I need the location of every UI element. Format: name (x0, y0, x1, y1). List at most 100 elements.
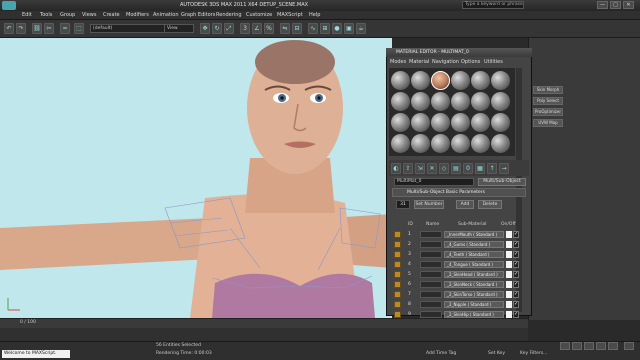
sub-material-row[interactable]: 2 _4_Gums ( Standard ) ✓ (394, 240, 519, 249)
sample-slot[interactable] (451, 134, 470, 153)
angle-snap-icon[interactable]: ∠ (252, 23, 262, 34)
sample-slot[interactable] (431, 113, 450, 132)
material-editor-icon[interactable]: ● (332, 23, 342, 34)
render-setup-icon[interactable]: ▣ (344, 23, 354, 34)
selection-filter-dropdown[interactable]: (default) (90, 24, 168, 33)
close-button[interactable]: ✕ (623, 1, 634, 9)
select-link-icon[interactable]: ⛓ (32, 23, 42, 34)
sub-material-row[interactable]: 8 _2_Nipple ( Standard ) ✓ (394, 300, 519, 309)
sub-material-row[interactable]: 3 _4_Teeth ( Standard ) ✓ (394, 250, 519, 259)
row-name-field[interactable] (420, 261, 442, 268)
on-off-checkbox[interactable]: ✓ (513, 281, 519, 288)
menu-graph-editors[interactable]: Graph Editors (181, 11, 215, 20)
menu-modifiers[interactable]: Modifiers (126, 11, 149, 20)
menu-maxscript[interactable]: MAXScript (277, 11, 303, 20)
row-name-field[interactable] (420, 301, 442, 308)
sub-material-row[interactable]: 6 _2_SkinNeck ( Standard ) ✓ (394, 280, 519, 289)
go-forward-sibling-icon[interactable]: → (499, 163, 509, 174)
sample-slot[interactable] (471, 92, 490, 111)
modifier-uvw-map[interactable]: UVW Map (533, 119, 563, 127)
previous-frame-icon[interactable] (572, 342, 582, 350)
rollout-header[interactable]: Multi/Sub-Object Basic Parameters (392, 188, 526, 197)
track-bar[interactable] (0, 328, 528, 341)
sample-slot[interactable] (451, 92, 470, 111)
align-icon[interactable]: ⊟ (292, 23, 302, 34)
material-swatch[interactable] (394, 281, 401, 288)
minimize-button[interactable]: — (597, 1, 608, 9)
sub-material-button[interactable]: _4_Teeth ( Standard ) (444, 251, 504, 258)
bind-space-warp-icon[interactable]: ≈ (60, 23, 70, 34)
on-off-checkbox[interactable]: ✓ (513, 241, 519, 248)
sub-material-row[interactable]: 1 _InnerMouth ( Standard ) ✓ (394, 230, 519, 239)
help-search-input[interactable]: Type a keyword or phrase (462, 1, 524, 9)
curve-editor-icon[interactable]: ∿ (308, 23, 318, 34)
color-swatch[interactable] (506, 271, 512, 278)
on-off-checkbox[interactable]: ✓ (513, 231, 519, 238)
on-off-checkbox[interactable]: ✓ (513, 301, 519, 308)
me-menu-options[interactable]: Options (461, 58, 480, 66)
menu-tools[interactable]: Tools (40, 11, 52, 20)
on-off-checkbox[interactable]: ✓ (513, 291, 519, 298)
material-name-field[interactable]: MultiMat_0 (394, 178, 474, 186)
menu-create[interactable]: Create (103, 11, 120, 20)
next-frame-icon[interactable] (596, 342, 606, 350)
unlink-icon[interactable]: ✂ (44, 23, 54, 34)
delete-button[interactable]: Delete (478, 200, 502, 209)
on-off-checkbox[interactable]: ✓ (513, 271, 519, 278)
color-swatch[interactable] (506, 241, 512, 248)
material-swatch[interactable] (394, 261, 401, 268)
row-name-field[interactable] (420, 271, 442, 278)
add-button[interactable]: Add (456, 200, 474, 209)
sub-material-row[interactable]: 5 _2_SkinHead ( Standard ) ✓ (394, 270, 519, 279)
row-name-field[interactable] (420, 291, 442, 298)
color-swatch[interactable] (506, 301, 512, 308)
color-swatch[interactable] (506, 261, 512, 268)
menu-rendering[interactable]: Rendering (216, 11, 242, 20)
material-type-button[interactable]: Multi/Sub-Object (478, 178, 526, 186)
sub-material-button[interactable]: _4_Tongue ( Standard ) (444, 261, 504, 268)
menu-animation[interactable]: Animation (153, 11, 179, 20)
material-swatch[interactable] (394, 301, 401, 308)
sample-slot[interactable] (391, 134, 410, 153)
snap-icon[interactable]: 3 (240, 23, 250, 34)
play-icon[interactable] (584, 342, 594, 350)
menu-group[interactable]: Group (60, 11, 75, 20)
sample-slot[interactable] (491, 134, 510, 153)
sample-slot[interactable] (411, 134, 430, 153)
on-off-checkbox[interactable]: ✓ (513, 251, 519, 258)
time-slider[interactable] (0, 318, 528, 328)
row-name-field[interactable] (420, 311, 442, 318)
sample-slot[interactable] (431, 92, 450, 111)
material-swatch[interactable] (394, 271, 401, 278)
sample-slot[interactable] (411, 71, 430, 90)
make-unique-icon[interactable]: ◇ (439, 163, 449, 174)
menu-views[interactable]: Views (82, 11, 96, 20)
material-swatch[interactable] (394, 291, 401, 298)
sample-slot-selected[interactable] (431, 71, 450, 90)
redo-icon[interactable]: ↷ (16, 23, 26, 34)
set-number-button[interactable]: Set Number (414, 200, 444, 209)
reference-coord-dropdown[interactable]: View (164, 24, 194, 33)
scale-icon[interactable]: ⤢ (224, 23, 234, 34)
modifier-skin-morph[interactable]: Skin Morph (533, 86, 563, 94)
set-key-label[interactable]: Set Key (488, 351, 505, 356)
row-name-field[interactable] (420, 241, 442, 248)
go-to-end-icon[interactable] (608, 342, 618, 350)
zoom-icon[interactable] (624, 342, 634, 350)
mirror-icon[interactable]: ⇋ (280, 23, 290, 34)
move-icon[interactable]: ✥ (200, 23, 210, 34)
sample-slot[interactable] (411, 113, 430, 132)
material-swatch[interactable] (394, 311, 401, 318)
sample-slot[interactable] (431, 134, 450, 153)
me-menu-material[interactable]: Material (409, 58, 429, 66)
color-swatch[interactable] (506, 281, 512, 288)
put-to-library-icon[interactable]: ▤ (451, 163, 461, 174)
sample-slot[interactable] (471, 134, 490, 153)
sample-slot[interactable] (391, 92, 410, 111)
row-name-field[interactable] (420, 231, 442, 238)
select-object-icon[interactable]: ⬚ (74, 23, 84, 34)
column-name-header[interactable]: Name (426, 222, 439, 227)
material-swatch[interactable] (394, 251, 401, 258)
sub-material-row[interactable]: 7 _2_SkinTorso ( Standard ) ✓ (394, 290, 519, 299)
put-to-scene-icon[interactable]: ⇪ (403, 163, 413, 174)
